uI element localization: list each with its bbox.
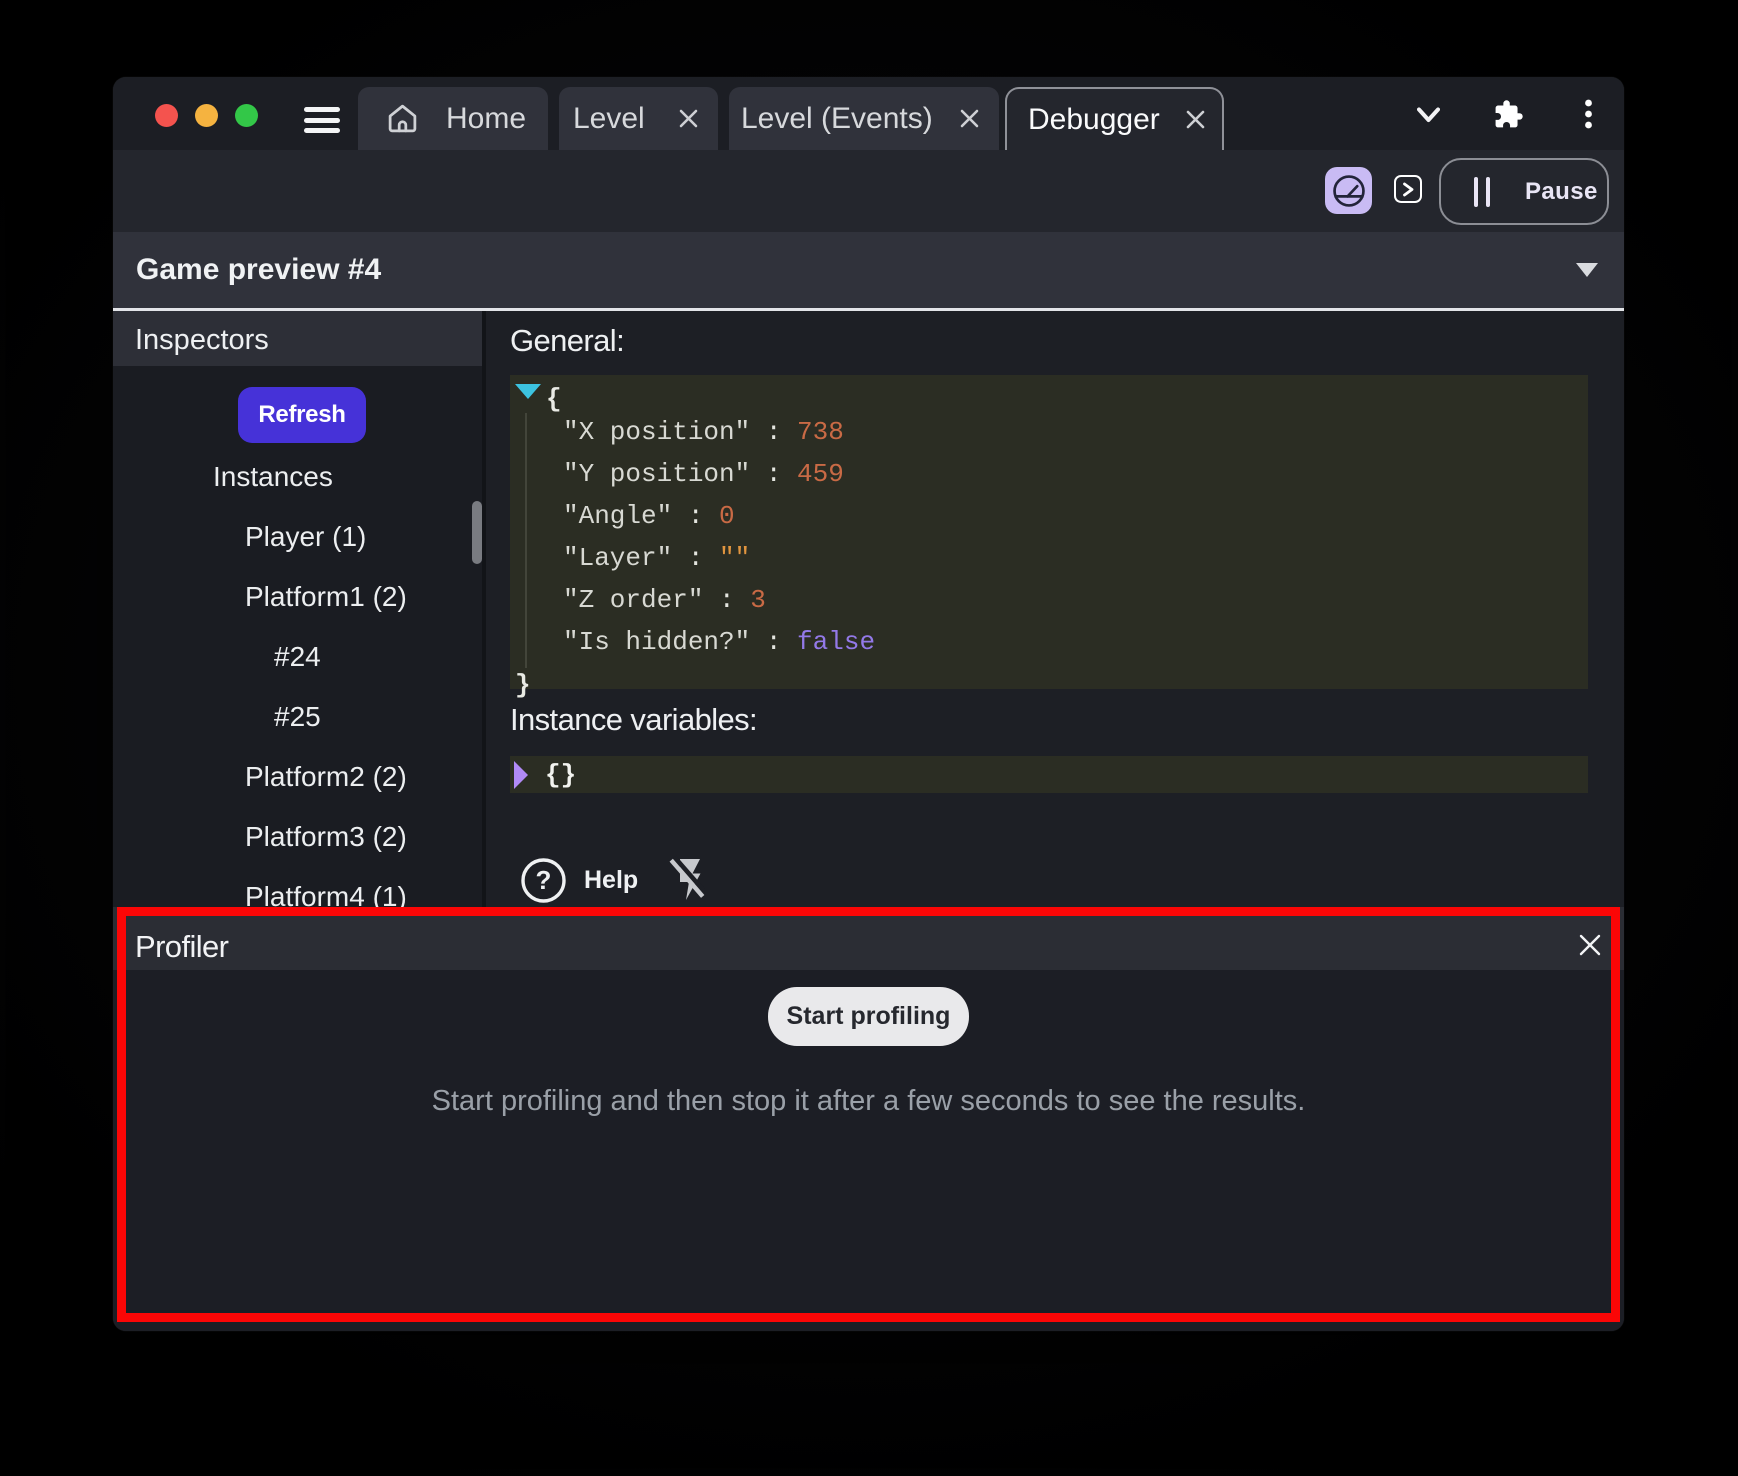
tab-debugger-label: Debugger	[1028, 103, 1160, 137]
help-icon[interactable]: ?	[521, 858, 566, 903]
svg-text:?: ?	[536, 865, 552, 895]
general-json-view: { "X position" : 738 "Y position" : 459 …	[510, 375, 1588, 689]
console-prompt-icon	[1402, 182, 1415, 197]
inspectors-header: Inspectors	[113, 311, 482, 366]
code-line: }	[515, 671, 1593, 699]
help-label[interactable]: Help	[584, 866, 638, 895]
tab-bar: Home Level Level (Events) Debugger	[358, 87, 1224, 150]
pause-bar	[1474, 177, 1478, 207]
close-icon[interactable]	[1185, 109, 1206, 130]
code-value: 0	[719, 501, 735, 531]
code-key: "Z order"	[563, 585, 703, 615]
tab-home[interactable]: Home	[358, 87, 548, 150]
menu-icon[interactable]	[304, 107, 340, 133]
tree-item-player[interactable]: Player (1)	[245, 507, 366, 567]
tab-level-label: Level	[573, 102, 645, 136]
close-window-button[interactable]	[155, 104, 178, 127]
game-preview-bar[interactable]: Game preview #4	[113, 232, 1624, 308]
chevron-down-icon[interactable]	[1417, 107, 1440, 123]
zoom-window-button[interactable]	[235, 104, 258, 127]
instance-variables-label: Instance variables:	[510, 702, 757, 738]
code-key: "X position"	[563, 417, 750, 447]
tree-item-platform3[interactable]: Platform3 (2)	[245, 807, 407, 867]
minimize-window-button[interactable]	[195, 104, 218, 127]
caret-down-icon[interactable]	[1576, 263, 1598, 277]
indent-guide	[525, 413, 527, 668]
code-separator: :	[750, 627, 797, 657]
code-value: 459	[797, 459, 844, 489]
menu-bar	[304, 107, 340, 112]
general-label: General:	[510, 323, 624, 359]
code-line: "Z order" : 3	[563, 586, 1624, 614]
refresh-button[interactable]: Refresh	[238, 387, 366, 443]
code-line: "X position" : 738	[563, 418, 1624, 446]
titlebar: Home Level Level (Events) Debugger	[113, 77, 1624, 150]
debugger-toolbar: Pause	[113, 150, 1624, 232]
profiler-description: Start profiling and then stop it after a…	[113, 1085, 1624, 1118]
profiler-panel: Profiler Start profiling Start profiling…	[113, 907, 1624, 1331]
code-value: 738	[797, 417, 844, 447]
tab-home-label: Home	[446, 102, 526, 136]
code-line: {	[546, 385, 1624, 413]
close-icon[interactable]	[678, 108, 699, 129]
code-key: "Is hidden?"	[563, 627, 750, 657]
traffic-lights	[155, 104, 258, 127]
pause-button-label: Pause	[1525, 178, 1598, 206]
debugger-content: Inspectors Refresh Instances Player (1) …	[113, 311, 1624, 907]
code-separator: :	[672, 543, 719, 573]
pause-icon	[1474, 177, 1490, 207]
extension-icon[interactable]	[1493, 99, 1524, 130]
tab-level[interactable]: Level	[559, 87, 718, 150]
profiler-header: Profiler	[113, 907, 1624, 970]
pause-button[interactable]: Pause	[1439, 158, 1609, 225]
start-profiling-button[interactable]: Start profiling	[768, 987, 969, 1046]
code-value: false	[797, 627, 875, 657]
tree-item-25[interactable]: #25	[274, 687, 321, 747]
kebab-menu-icon[interactable]	[1582, 96, 1595, 132]
code-line: "Angle" : 0	[563, 502, 1624, 530]
tree-item-platform1[interactable]: Platform1 (2)	[245, 567, 407, 627]
menu-bar	[304, 118, 340, 123]
inspectors-sidebar: Inspectors Refresh Instances Player (1) …	[113, 311, 482, 907]
close-brace: }	[515, 670, 531, 700]
code-separator: :	[703, 585, 750, 615]
flash-off-icon[interactable]	[667, 855, 705, 903]
collapse-triangle-icon[interactable]	[515, 384, 541, 399]
tab-debugger[interactable]: Debugger	[1005, 87, 1224, 150]
profiler-toggle-button[interactable]	[1325, 167, 1372, 214]
profiler-close-icon[interactable]	[1579, 934, 1601, 956]
code-line: "Y position" : 459	[563, 460, 1624, 488]
app-window: Home Level Level (Events) Debugger	[113, 77, 1624, 1331]
code-value: 3	[750, 585, 766, 615]
menu-bar	[304, 128, 340, 133]
code-key: "Angle"	[563, 501, 672, 531]
scrollbar-thumb[interactable]	[472, 501, 482, 564]
code-line: "Layer" : ""	[563, 544, 1624, 572]
code-line: "Is hidden?" : false	[563, 628, 1624, 656]
pause-bar	[1486, 177, 1490, 207]
console-button[interactable]	[1394, 175, 1422, 203]
game-preview-label: Game preview #4	[136, 232, 381, 308]
profiler-title: Profiler	[135, 929, 228, 965]
open-brace: {	[546, 384, 562, 414]
tab-level-events[interactable]: Level (Events)	[729, 87, 999, 150]
home-icon	[386, 102, 419, 135]
tree-item-24[interactable]: #24	[274, 627, 321, 687]
gauge-icon	[1332, 174, 1366, 208]
expand-triangle-icon[interactable]	[514, 761, 528, 789]
code-separator: :	[750, 459, 797, 489]
code-key: "Y position"	[563, 459, 750, 489]
tree-item-instances[interactable]: Instances	[213, 447, 333, 507]
inspector-detail-panel: General: { "X position" : 738 "Y positio…	[486, 311, 1624, 907]
tree-item-platform2[interactable]: Platform2 (2)	[245, 747, 407, 807]
close-icon[interactable]	[959, 108, 980, 129]
code-separator: :	[750, 417, 797, 447]
code-separator: :	[672, 501, 719, 531]
code-key: "Layer"	[563, 543, 672, 573]
variables-empty-object: {}	[545, 760, 576, 790]
code-value: ""	[719, 543, 750, 573]
tab-level-events-label: Level (Events)	[741, 102, 933, 136]
inspectors-title: Inspectors	[135, 324, 269, 357]
variables-json-view: {}	[510, 756, 1588, 793]
